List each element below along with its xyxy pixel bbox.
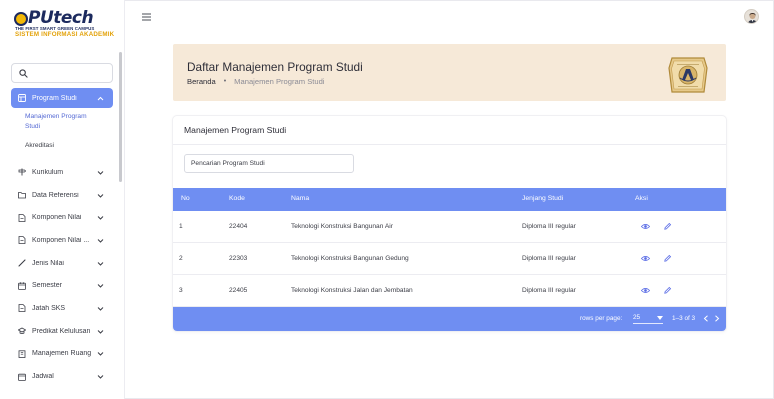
chevron-down-icon [97,216,104,220]
sidebar-search [11,63,113,83]
column-header-nama[interactable]: Nama [291,195,309,202]
document-icon [18,213,26,222]
caret-down-icon [657,316,663,320]
sidebar-item-predikat-kelulusan[interactable]: Predikat Kelulusan [11,320,113,343]
column-header-no[interactable]: No [181,195,190,202]
cell-no: 2 [179,255,183,262]
chevron-down-icon [97,352,104,357]
sidebar-subitem-akreditasi[interactable]: Akreditasi [11,135,113,159]
sidebar-scrollbar[interactable] [119,52,122,182]
hamburger-menu-icon[interactable] [142,13,151,21]
card-divider [173,144,726,145]
view-eye-icon[interactable] [641,222,650,231]
pagination-range: 1–3 of 3 [672,315,696,322]
breadcrumb-separator: • [223,78,227,85]
chevron-right-icon[interactable] [714,315,720,322]
sidebar-item-data-referensi[interactable]: Data Referensi [11,184,113,207]
program-studi-search [184,154,354,173]
graduation-cap-icon [18,327,26,335]
card-title: Manajemen Program Studi [184,125,287,135]
chevron-down-icon [97,170,104,175]
chevron-down-icon [97,261,104,266]
sidebar-item-jenis-nilai[interactable]: Jenis Nilai [11,252,113,275]
chevron-up-icon [97,96,104,100]
cell-nama: Teknologi Konstruksi Bangunan Gedung [291,255,409,262]
cell-no: 3 [179,287,183,294]
table-footer: rows per page: 25 1–3 of 3 [173,307,726,331]
folder-icon [18,192,26,199]
breadcrumb-current: Manajemen Program Studi [234,77,325,86]
program-studi-search-input[interactable] [191,158,347,169]
sidebar-item-semester[interactable]: Semester [11,274,113,297]
program-studi-card: Manajemen Program Studi No Kode Nama Jen… [173,116,726,331]
sidebar-item-jatah-sks[interactable]: Jatah SKS [11,297,113,320]
table-row: 3 22405 Teknologi Konstruksi Jalan dan J… [173,275,726,307]
cell-nama: Teknologi Konstruksi Bangunan Air [291,223,393,230]
sidebar-item-komponen-nilai-2[interactable]: Komponen Nilai ... [11,229,113,252]
calendar-icon [18,282,26,290]
document-icon [18,304,26,313]
topbar [125,0,774,36]
app-logo[interactable]: PUtech THE FIRST SMART GREEN CAMPUS SIST… [14,8,115,41]
university-seal-icon [668,57,708,93]
chevron-down-icon [97,239,104,243]
edit-pencil-icon[interactable] [663,286,672,295]
building-icon [18,350,26,358]
column-header-kode[interactable]: Kode [229,195,245,202]
page-header: Daftar Manajemen Program Studi Beranda •… [173,44,726,101]
page-title: Daftar Manajemen Program Studi [187,60,363,74]
user-avatar-icon [747,13,758,23]
sidebar-subitem-manajemen-program-studi[interactable]: Manajemen Program Studi [11,111,91,135]
sidebar-submenu: Manajemen Program Studi Akreditasi [11,111,113,159]
logo-wordmark: PUtech [28,8,94,28]
column-header-jenjang-studi[interactable]: Jenjang Studi [522,195,563,202]
sidebar-item-jadwal[interactable]: Jadwal [11,365,113,388]
chevron-left-icon[interactable] [703,315,709,322]
document-icon [18,236,26,245]
cell-kode: 22303 [229,255,248,262]
logo-emblem-icon [14,12,28,26]
rows-per-page-select[interactable]: 25 [633,313,663,324]
table-row: 2 22303 Teknologi Konstruksi Bangunan Ge… [173,243,726,275]
chevron-down-icon [97,193,104,198]
grid-icon [18,94,26,102]
rows-per-page-label: rows per page: [580,315,623,322]
view-eye-icon[interactable] [641,286,650,295]
chevron-down-icon [97,307,104,311]
cell-jenjang: Diploma III regular [522,223,576,230]
sidebar-nav: Program Studi Manajemen Program Studi Ak… [11,88,113,388]
view-eye-icon[interactable] [641,254,650,263]
table-header: No Kode Nama Jenjang Studi Aksi [173,188,726,211]
column-header-aksi: Aksi [635,195,648,202]
logo-subtitle: SISTEM INFORMASI AKADEMIK [15,31,115,38]
rows-per-page-value: 25 [633,314,641,321]
chevron-down-icon [97,284,104,288]
sidebar-item-komponen-nilai[interactable]: Komponen Nilai [11,206,113,229]
breadcrumb-home-link[interactable]: Beranda [187,77,216,86]
breadcrumb: Beranda • Manajemen Program Studi [187,77,325,86]
pencil-icon [18,259,26,267]
table-row: 1 22404 Teknologi Konstruksi Bangunan Ai… [173,211,726,243]
sidebar: PUtech THE FIRST SMART GREEN CAMPUS SIST… [0,0,125,399]
sidebar-item-manajemen-ruang[interactable]: Manajemen Ruang [11,343,113,366]
cell-no: 1 [179,223,183,230]
sidebar-item-program-studi[interactable]: Program Studi [11,88,113,108]
sidebar-item-kurikulum[interactable]: Kurikulum [11,161,113,184]
cell-kode: 22405 [229,287,248,294]
calendar-icon [18,373,26,381]
chevron-down-icon [97,329,104,334]
signpost-icon [18,168,26,176]
user-avatar[interactable] [744,9,759,24]
edit-pencil-icon[interactable] [663,254,672,263]
edit-pencil-icon[interactable] [663,222,672,231]
sidebar-search-input[interactable] [32,67,110,80]
cell-jenjang: Diploma III regular [522,255,576,262]
cell-kode: 22404 [229,223,248,230]
cell-nama: Teknologi Konstruksi Jalan dan Jembatan [291,287,413,294]
cell-jenjang: Diploma III regular [522,287,576,294]
search-icon [19,69,28,78]
chevron-down-icon [97,375,104,379]
